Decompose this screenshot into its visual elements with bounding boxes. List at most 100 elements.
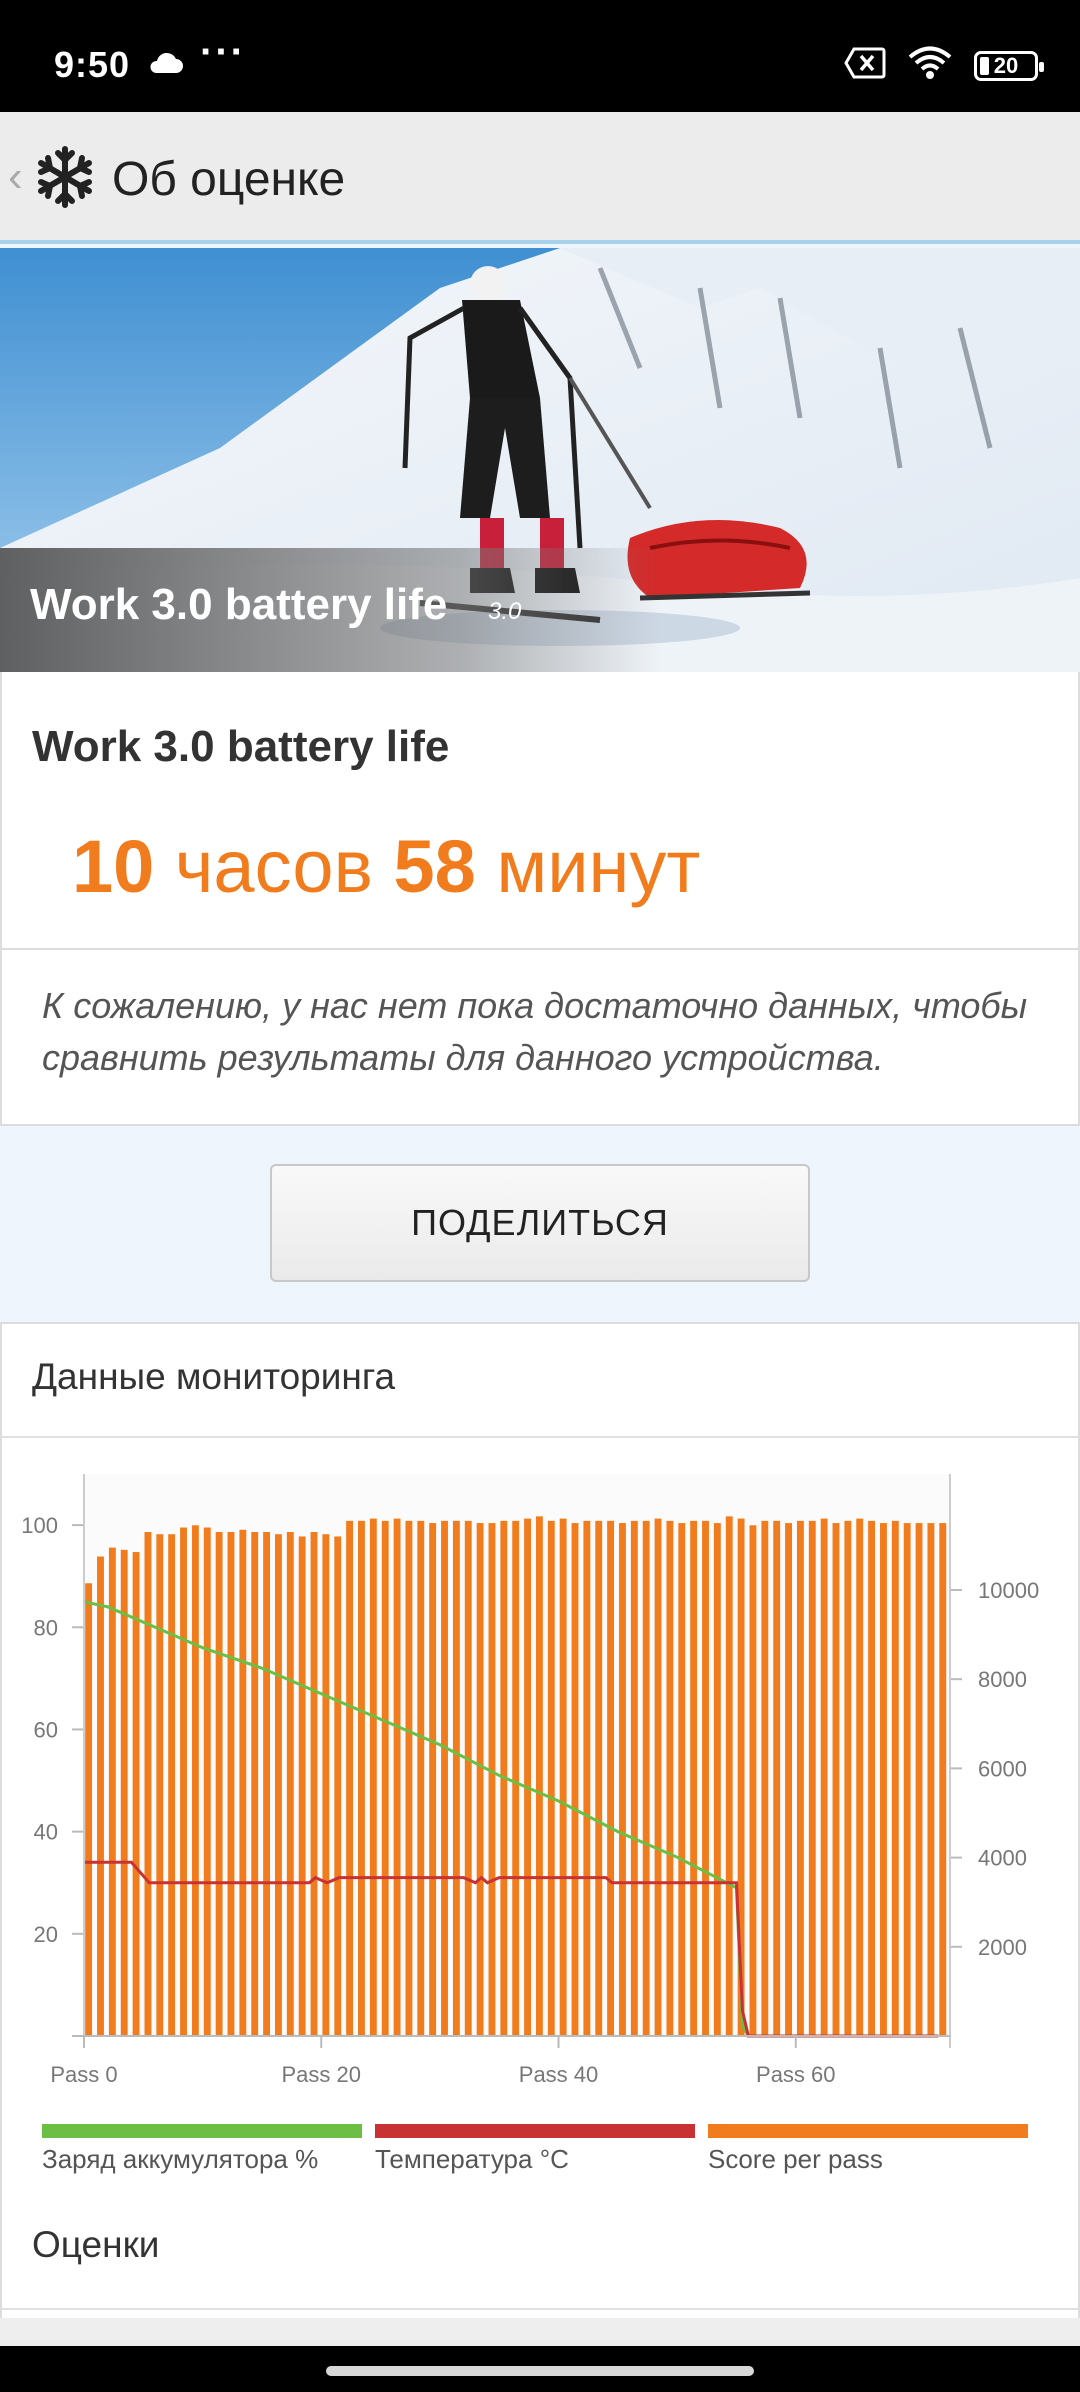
score-hours-unit: часов — [174, 825, 373, 908]
score-bar — [452, 1520, 460, 2036]
right-axis-tick-label: 2000 — [978, 1935, 1027, 1960]
score-bar — [417, 1520, 425, 2036]
more-notifications-icon: ··· — [200, 30, 246, 74]
score-bar — [595, 1520, 603, 2036]
legend-score-label: Score per pass — [708, 2144, 883, 2174]
divider — [2, 1436, 1078, 1438]
no-sim-icon — [844, 47, 886, 84]
score-bar — [180, 1527, 187, 2036]
score-bar — [808, 1520, 816, 2036]
score-bar — [286, 1531, 294, 2036]
battery-icon: 20 — [974, 50, 1044, 81]
score-bar — [524, 1518, 531, 2036]
score-bar — [785, 1523, 792, 2036]
comparison-note-text: К сожалению, у нас нет пока достаточно д… — [42, 985, 1028, 1078]
legend-temperature-swatch — [375, 2124, 695, 2138]
score-bar — [559, 1518, 567, 2036]
score-bar — [251, 1531, 259, 2036]
score-bar — [820, 1518, 828, 2036]
score-bar — [322, 1534, 330, 2036]
back-chevron-icon[interactable]: ‹ — [8, 152, 23, 202]
score-bar — [227, 1531, 235, 2036]
score-bar — [666, 1520, 674, 2036]
score-hours: 10 — [72, 825, 155, 908]
score-bar — [571, 1523, 579, 2036]
score-bar — [108, 1547, 116, 2036]
score-bar — [939, 1523, 947, 2036]
score-bar — [832, 1523, 840, 2036]
score-bar — [168, 1534, 176, 2036]
score-bar — [156, 1534, 164, 2036]
score-bar — [215, 1531, 223, 2036]
score-bar — [713, 1523, 721, 2036]
score-bar — [761, 1520, 769, 2036]
score-bar — [535, 1516, 543, 2036]
legend-score-swatch — [708, 2124, 1028, 2138]
wifi-icon — [908, 46, 952, 85]
legend-temperature-label: Температура °C — [375, 2144, 569, 2174]
score-bar — [868, 1520, 876, 2036]
page-title: Об оценке — [112, 153, 346, 206]
score-bar — [619, 1523, 626, 2036]
left-axis-tick-label: 60 — [34, 1717, 58, 1742]
score-bar — [642, 1520, 650, 2036]
result-card: Work 3.0 battery life 10 часов 58 минут — [0, 672, 1080, 948]
score-bar — [488, 1523, 496, 2036]
divider — [2, 2308, 1078, 2310]
score-bar — [690, 1520, 698, 2036]
score-bar — [441, 1520, 448, 2036]
score-bar — [239, 1529, 247, 2036]
status-bar: 9:50 ··· 20 — [0, 0, 1080, 112]
legend-temperature: Температура °C — [375, 2124, 695, 2175]
x-axis-tick-label: Pass 0 — [50, 2062, 117, 2087]
score-minutes: 58 — [393, 825, 476, 908]
score-bar — [346, 1520, 354, 2036]
left-axis-tick-label: 40 — [34, 1820, 58, 1845]
score-bar — [654, 1518, 662, 2036]
score-bar — [263, 1531, 271, 2036]
score-bar — [85, 1583, 93, 2036]
score-bar — [903, 1523, 911, 2036]
cloud-icon — [148, 52, 184, 79]
monitoring-card: Данные мониторинга 20 40 60 80 100 2000 4000 60… — [0, 1322, 1080, 2346]
score-bar — [298, 1536, 306, 2036]
score-bar — [381, 1520, 389, 2036]
score-bar — [393, 1518, 401, 2036]
x-axis-tick-label: Pass 20 — [282, 2062, 362, 2087]
legend-battery: Заряд аккумулятора % — [42, 2124, 362, 2175]
score-bar — [844, 1520, 852, 2036]
right-axis-tick-label: 10000 — [978, 1578, 1039, 1603]
score-bar — [796, 1520, 804, 2036]
share-button[interactable]: ПОДЕЛИТЬСЯ — [270, 1164, 810, 1282]
score-bar — [915, 1523, 923, 2036]
x-axis-tick-label: Pass 40 — [519, 2062, 599, 2087]
score-bar — [856, 1518, 864, 2036]
score-bar — [369, 1518, 377, 2036]
snowflake-logo-icon[interactable] — [32, 144, 98, 215]
score-bar — [310, 1531, 318, 2036]
ratings-title: Оценки — [32, 2224, 160, 2265]
score-bar — [583, 1520, 591, 2036]
score-bar — [429, 1523, 437, 2036]
legend-battery-label: Заряд аккумулятора % — [42, 2144, 319, 2174]
score-minutes-unit: минут — [496, 825, 701, 908]
score-bar — [405, 1520, 413, 2036]
app-bar: ‹ Об оценке — [0, 112, 1080, 244]
score-bar — [203, 1527, 211, 2036]
legend-score: Score per pass — [708, 2124, 1028, 2175]
score-bar — [97, 1556, 104, 2036]
left-axis-tick-label: 100 — [21, 1513, 58, 1538]
score-bar — [678, 1523, 686, 2036]
score-bar — [191, 1525, 199, 2036]
home-gesture-handle[interactable] — [326, 2366, 754, 2376]
hero-banner: Work 3.0 battery life 3.0 — [0, 248, 1080, 672]
score-bar — [891, 1520, 899, 2036]
right-axis-tick-label: 8000 — [978, 1667, 1027, 1692]
score-bar — [702, 1520, 709, 2036]
battery-level: 20 — [993, 52, 1019, 78]
score-bar — [144, 1531, 152, 2036]
legend-battery-swatch — [42, 2124, 362, 2138]
left-axis-tick-label: 80 — [34, 1615, 58, 1640]
score-bar — [725, 1516, 733, 2036]
x-axis-tick-label: Pass 60 — [756, 2062, 836, 2087]
